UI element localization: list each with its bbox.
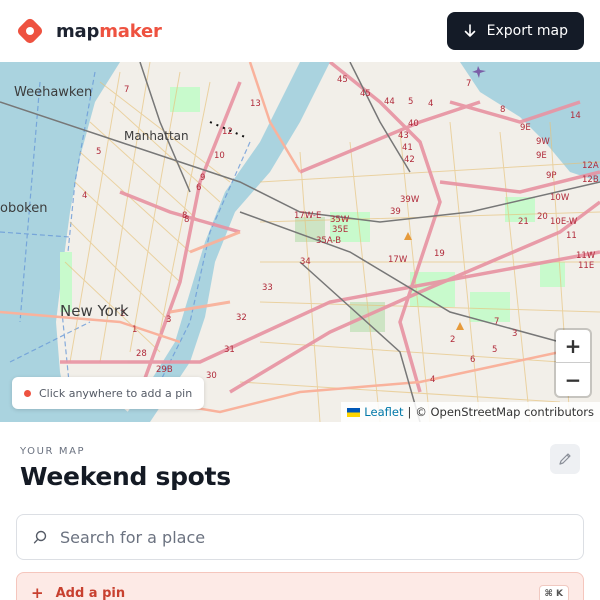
svg-text:7: 7: [466, 79, 471, 89]
export-map-label: Export map: [486, 23, 568, 39]
map-title: Weekend spots: [20, 462, 231, 491]
svg-text:10E-W: 10E-W: [550, 217, 578, 227]
label-manhattan: Manhattan: [124, 129, 189, 143]
pencil-icon: [559, 453, 571, 465]
map-hint: Click anywhere to add a pin: [12, 377, 205, 409]
svg-text:7: 7: [124, 85, 129, 95]
label-new-york: New York: [60, 302, 129, 320]
svg-text:6: 6: [470, 355, 475, 365]
add-pin-label: Add a pin: [55, 586, 126, 600]
svg-text:11W: 11W: [576, 251, 596, 261]
label-weehawken: Weehawken: [14, 85, 92, 100]
svg-text:10W: 10W: [550, 193, 570, 203]
hint-dot-icon: [24, 389, 31, 397]
svg-text:7: 7: [494, 317, 499, 327]
svg-text:4: 4: [428, 99, 433, 109]
svg-text:9P: 9P: [546, 171, 557, 181]
app-header: mapmaker Export map: [0, 0, 600, 62]
svg-text:10: 10: [214, 151, 225, 161]
leaflet-link[interactable]: Leaflet: [364, 405, 403, 419]
ukraine-flag-icon: [347, 407, 361, 417]
brand-name: mapmaker: [56, 21, 162, 42]
svg-text:40: 40: [408, 119, 419, 129]
svg-text:17W: 17W: [388, 255, 408, 265]
map-pin-icon: [17, 18, 43, 44]
export-map-button[interactable]: Export map: [446, 12, 584, 50]
search-icon: [33, 530, 47, 543]
svg-text:1: 1: [132, 325, 137, 335]
svg-text:19: 19: [434, 249, 445, 259]
map-tiles[interactable]: 451345 44 5 4 789E 9W9E9P 12A12B10W 10E-W1…: [0, 62, 600, 422]
svg-text:28: 28: [136, 349, 147, 359]
svg-text:9E: 9E: [520, 123, 531, 133]
svg-text:42: 42: [404, 155, 415, 165]
attribution-separator: |: [407, 405, 412, 419]
svg-text:3: 3: [512, 329, 517, 339]
edit-title-button[interactable]: [550, 444, 580, 474]
svg-text:5: 5: [492, 345, 497, 355]
svg-text:20: 20: [537, 212, 548, 222]
map-view[interactable]: 45 13 45 44 5 4 7 8 9E 9W 9E 9P 12A 12B 10W 10E-W 1…: [0, 62, 600, 422]
arrow-down-icon: [464, 24, 475, 37]
svg-text:32: 32: [236, 313, 247, 323]
svg-text:21: 21: [518, 217, 529, 227]
svg-text:9E: 9E: [536, 151, 547, 161]
svg-text:9W: 9W: [536, 137, 550, 147]
search-input[interactable]: [60, 527, 540, 547]
svg-text:4: 4: [430, 375, 435, 385]
svg-text:8: 8: [184, 215, 189, 225]
zoom-out-button[interactable]: −: [556, 363, 590, 396]
brand[interactable]: mapmaker: [14, 15, 162, 47]
svg-text:31: 31: [224, 345, 235, 355]
zoom-control: + −: [556, 330, 590, 396]
osm-credit[interactable]: © OpenStreetMap contributors: [415, 405, 594, 419]
svg-text:41: 41: [402, 143, 413, 153]
svg-text:5: 5: [96, 147, 101, 157]
svg-text:45: 45: [337, 75, 348, 85]
plus-icon: +: [31, 584, 44, 600]
svg-text:9: 9: [200, 173, 205, 183]
map-attribution: Leaflet | © OpenStreetMap contributors: [341, 402, 600, 422]
svg-text:8: 8: [500, 105, 505, 115]
add-pin-button[interactable]: + Add a pin ⌘ K: [16, 572, 584, 600]
section-label: YOUR MAP: [20, 446, 86, 457]
svg-text:35E: 35E: [332, 225, 348, 235]
svg-text:5: 5: [408, 97, 413, 107]
svg-text:44: 44: [384, 97, 395, 107]
svg-text:3: 3: [166, 315, 171, 325]
shortcut-badge: ⌘ K: [538, 585, 569, 600]
svg-text:4: 4: [82, 191, 87, 201]
search-field[interactable]: [16, 514, 584, 560]
svg-text:11: 11: [566, 231, 577, 241]
brand-name-part2: maker: [99, 20, 162, 42]
svg-text:2: 2: [450, 335, 455, 345]
svg-text:34: 34: [300, 257, 311, 267]
svg-text:6: 6: [196, 183, 201, 193]
svg-text:45: 45: [360, 89, 371, 99]
svg-text:14: 14: [570, 111, 581, 121]
svg-text:12A: 12A: [582, 161, 599, 171]
svg-text:12B: 12B: [582, 175, 599, 185]
label-hoboken: oboken: [0, 201, 47, 216]
svg-text:43: 43: [398, 131, 409, 141]
svg-text:29B: 29B: [156, 365, 173, 375]
svg-text:11E: 11E: [578, 261, 594, 271]
svg-text:17W-E: 17W-E: [294, 211, 321, 221]
svg-text:30: 30: [206, 371, 217, 381]
svg-text:39: 39: [390, 207, 401, 217]
svg-text:39W: 39W: [400, 195, 420, 205]
brand-name-part1: map: [56, 20, 100, 42]
svg-text:35A-B: 35A-B: [316, 236, 341, 246]
map-hint-text: Click anywhere to add a pin: [39, 386, 193, 400]
svg-text:13: 13: [250, 99, 261, 109]
zoom-in-button[interactable]: +: [556, 330, 590, 363]
svg-text:35W: 35W: [330, 215, 350, 225]
svg-text:33: 33: [262, 283, 273, 293]
